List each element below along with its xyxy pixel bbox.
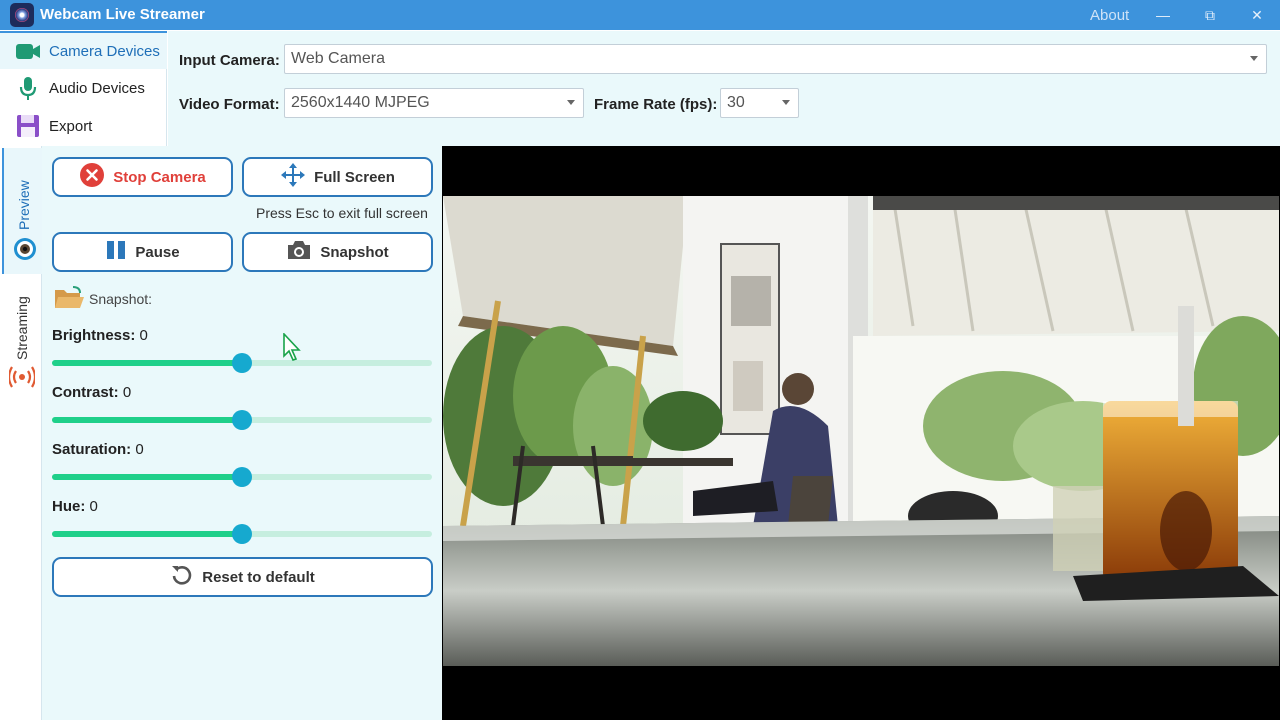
chevron-down-icon (1250, 56, 1258, 61)
full-screen-label: Full Screen (314, 168, 395, 186)
close-button[interactable]: ✕ (1234, 0, 1280, 30)
snapshot-folder-label: Snapshot: (89, 291, 153, 307)
tab-streaming-label: Streaming (14, 296, 30, 360)
device-tabs: Camera Devices Audio Devices Export (0, 31, 167, 146)
tab-streaming[interactable]: Streaming (2, 278, 42, 398)
mouse-cursor-icon (283, 331, 303, 368)
reset-label: Reset to default (202, 568, 315, 586)
pause-label: Pause (135, 243, 180, 261)
saturation-label: Saturation: 0 (52, 441, 144, 458)
full-screen-hint: Press Esc to exit full screen (256, 205, 428, 221)
video-camera-icon (14, 37, 42, 65)
video-format-select[interactable]: 2560x1440 MJPEG (284, 88, 584, 118)
fullscreen-arrows-icon (280, 162, 306, 192)
frame-rate-select[interactable]: 30 (720, 88, 799, 118)
saturation-slider-thumb[interactable] (232, 467, 252, 487)
tab-preview[interactable]: Preview (2, 148, 42, 274)
brightness-slider-thumb[interactable] (232, 353, 252, 373)
view-tabs: Preview Streaming (0, 146, 42, 720)
stop-camera-button[interactable]: Stop Camera (52, 157, 233, 197)
eye-icon (13, 236, 37, 267)
contrast-name: Contrast: (52, 384, 119, 401)
hue-label: Hue: 0 (52, 498, 98, 515)
broadcast-icon (7, 361, 37, 398)
camera-preview-frame (443, 196, 1279, 666)
input-camera-label: Input Camera: (179, 52, 280, 69)
save-icon (14, 112, 42, 140)
brightness-slider[interactable] (52, 353, 432, 373)
camera-feed-image (443, 196, 1279, 666)
hue-slider[interactable] (52, 524, 432, 544)
tab-camera-devices-label: Camera Devices (49, 42, 160, 60)
camera-preview (442, 146, 1280, 720)
tab-export-label: Export (49, 117, 93, 135)
camera-icon (286, 239, 312, 265)
hue-name: Hue: (52, 498, 86, 515)
title-bar: Webcam Live Streamer About — ⧉ ✕ (0, 0, 1280, 30)
hue-slider-thumb[interactable] (232, 524, 252, 544)
chevron-down-icon (782, 100, 790, 105)
camera-settings-panel: Input Camera: Web Camera Video Format: 2… (168, 31, 1280, 146)
input-camera-select[interactable]: Web Camera (284, 44, 1267, 74)
tab-audio-devices[interactable]: Audio Devices (0, 69, 167, 107)
microphone-icon (14, 74, 42, 102)
tab-export[interactable]: Export (0, 107, 167, 145)
folder-icon[interactable] (53, 285, 85, 316)
contrast-slider-thumb[interactable] (232, 410, 252, 430)
snapshot-label: Snapshot (320, 243, 389, 261)
video-format-value: 2560x1440 MJPEG (291, 94, 430, 111)
snapshot-button[interactable]: Snapshot (242, 232, 433, 272)
contrast-label: Contrast: 0 (52, 384, 131, 401)
contrast-value: 0 (122, 384, 132, 401)
brightness-label: Brightness: 0 (52, 327, 148, 344)
pause-icon (105, 239, 127, 265)
chevron-down-icon (567, 100, 575, 105)
brightness-value: 0 (139, 327, 148, 344)
preview-controls-panel: Stop Camera Full Screen Press Esc to exi… (42, 146, 442, 720)
app-logo-icon (10, 3, 34, 27)
minimize-button[interactable]: — (1140, 0, 1186, 30)
saturation-value: 0 (135, 441, 144, 458)
stop-camera-label: Stop Camera (113, 168, 206, 186)
tab-audio-devices-label: Audio Devices (49, 79, 145, 97)
stop-icon (79, 162, 105, 192)
saturation-name: Saturation: (52, 441, 132, 458)
tab-camera-devices[interactable]: Camera Devices (0, 31, 167, 69)
window-title: Webcam Live Streamer (40, 6, 205, 23)
maximize-button[interactable]: ⧉ (1187, 0, 1233, 30)
about-link[interactable]: About (1090, 7, 1129, 24)
hue-value: 0 (89, 498, 98, 515)
frame-rate-label: Frame Rate (fps): (594, 96, 718, 113)
full-screen-button[interactable]: Full Screen (242, 157, 433, 197)
input-camera-value: Web Camera (291, 50, 385, 67)
video-format-label: Video Format: (179, 96, 280, 113)
reset-icon (170, 563, 194, 591)
tab-preview-label: Preview (16, 180, 32, 230)
contrast-slider[interactable] (52, 410, 432, 430)
frame-rate-value: 30 (727, 94, 745, 111)
brightness-name: Brightness: (52, 327, 136, 344)
reset-to-default-button[interactable]: Reset to default (52, 557, 433, 597)
pause-button[interactable]: Pause (52, 232, 233, 272)
saturation-slider[interactable] (52, 467, 432, 487)
